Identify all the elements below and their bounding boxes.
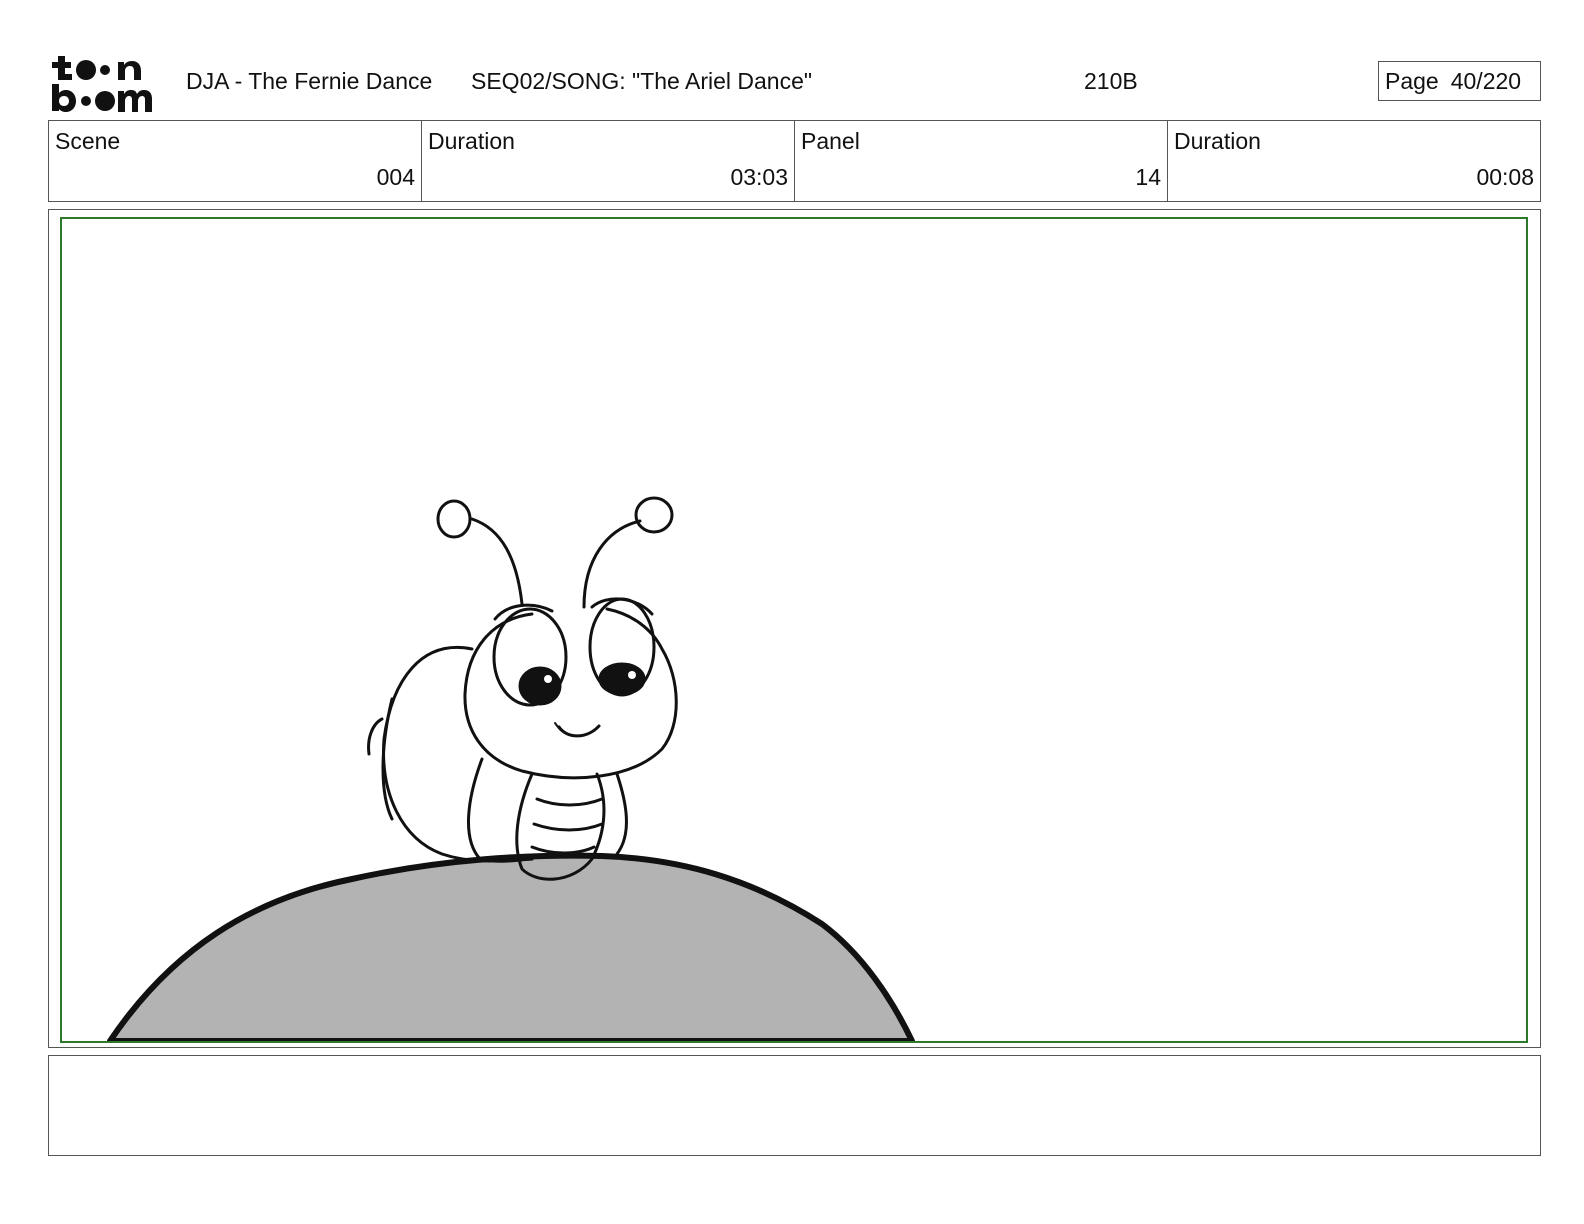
panel-duration-cell: Duration 00:08 (1168, 121, 1540, 201)
storyboard-drawing (107, 496, 915, 1041)
project-title: DJA - The Fernie Dance (186, 68, 433, 94)
panel-label: Panel (801, 128, 860, 154)
scene-cell: Scene 004 (49, 121, 422, 201)
scene-duration-label: Duration (428, 128, 515, 154)
toon-boom-logo (52, 56, 152, 112)
scene-value: 004 (376, 164, 415, 190)
scene-duration-cell: Duration 03:03 (422, 121, 795, 201)
sequence-title: SEQ02/SONG: "The Ariel Dance" (471, 68, 813, 94)
ant-right-antenna (582, 519, 642, 609)
ant-chest (466, 757, 534, 863)
panel-frame (48, 209, 1541, 1048)
page-indicator: Page 40/220 (1378, 61, 1541, 101)
ant-smile (557, 724, 601, 738)
panel-code: 210B (1084, 68, 1138, 94)
scene-label: Scene (55, 128, 121, 154)
panel-image-area (60, 217, 1528, 1043)
ant-body (382, 646, 534, 863)
notes-box (48, 1055, 1541, 1156)
scene-duration-value: 03:03 (730, 164, 788, 190)
ant-left-antenna (470, 517, 524, 606)
page-label: Page (1385, 68, 1439, 94)
panel-duration-value: 00:08 (1476, 164, 1534, 190)
panel-cell: Panel 14 (795, 121, 1168, 201)
info-table: Scene 004 Duration 03:03 Panel 14 Durati… (48, 120, 1541, 202)
page-number: 40/220 (1450, 68, 1522, 94)
panel-duration-label: Duration (1174, 128, 1261, 154)
hill (107, 852, 915, 1041)
panel-value: 14 (1135, 164, 1161, 190)
